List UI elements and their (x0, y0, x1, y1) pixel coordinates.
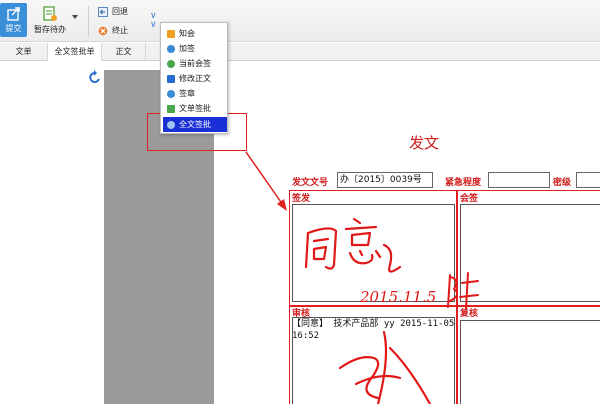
terminate-icon (98, 26, 108, 35)
tab-form[interactable]: 文单 (0, 43, 48, 61)
menu-item-label: 签章 (179, 89, 195, 98)
terminate-button[interactable]: 终止 (98, 25, 128, 36)
menu-item-notify[interactable]: 知会 (163, 26, 227, 41)
countersign-label: 会签 (460, 194, 479, 204)
menu-item-current-countersign[interactable]: 当前会签 (163, 56, 227, 71)
sign-label: 签发 (292, 194, 311, 204)
back-button[interactable]: 回退 (98, 6, 128, 17)
draft-label: 暂存待办 (34, 25, 66, 34)
menu-item-label: 全文签批 (179, 120, 211, 129)
submit-icon (6, 7, 20, 21)
menu-item-seal[interactable]: 签章 (163, 86, 227, 101)
menu-item-add-sign[interactable]: 加签 (163, 41, 227, 56)
toolbar-divider (88, 6, 89, 36)
app-window: 提交 暂存待办 回退 终止 ∨ ∨ 文单 全文签批单 正文 发文 发文文号 办〔… (0, 0, 600, 404)
toolbar: 提交 暂存待办 回退 终止 ∨ ∨ (0, 0, 600, 42)
terminate-label: 终止 (112, 26, 128, 35)
save-draft-button[interactable]: 暂存待办 (30, 3, 70, 35)
tab-main-text[interactable]: 正文 (102, 43, 146, 61)
undo-rotate-icon[interactable] (88, 70, 102, 84)
handwritten-approval-signature: 2015.11.5 (304, 217, 479, 310)
secret-level-field[interactable] (576, 172, 600, 188)
recheck-field[interactable] (460, 320, 600, 404)
edit-text-icon (167, 74, 175, 83)
full-text-approval-icon (167, 120, 175, 129)
menu-item-label: 修改正文 (179, 74, 211, 83)
more-actions-menu: 知会 加签 当前会签 修改正文 签章 文单签批 全文签批 (160, 22, 228, 134)
submit-button[interactable]: 提交 (0, 3, 27, 37)
menu-item-form-approval[interactable]: 文单签批 (163, 101, 227, 116)
notify-icon (167, 29, 175, 38)
add-signer-icon (167, 44, 175, 53)
menu-item-full-text-approval[interactable]: 全文签批 (163, 117, 227, 132)
doc-number-label: 发文文号 (292, 178, 329, 188)
countersign-field[interactable] (460, 204, 600, 302)
document-title: 发文 (409, 134, 440, 152)
menu-item-label: 知会 (179, 29, 195, 38)
menu-item-label: 当前会签 (179, 59, 211, 68)
submit-label: 提交 (5, 24, 22, 33)
menu-item-edit-text[interactable]: 修改正文 (163, 71, 227, 86)
back-label: 回退 (112, 7, 128, 16)
draft-icon (43, 6, 57, 21)
svg-text:2015.11.5: 2015.11.5 (359, 288, 436, 306)
menu-item-label: 加签 (179, 44, 195, 53)
countersign-icon (167, 59, 175, 68)
seal-icon (167, 89, 175, 98)
doc-number-field[interactable]: 办〔2015〕0039号 (337, 172, 433, 188)
rollback-icon (98, 6, 108, 17)
urgency-field[interactable] (488, 172, 550, 188)
form-approval-icon (167, 104, 175, 113)
urgency-label: 紧急程度 (445, 178, 482, 188)
tab-full-text-approval[interactable]: 全文签批单 (48, 43, 102, 61)
draft-dropdown-caret-icon[interactable] (72, 15, 78, 19)
handwritten-audit-signature (338, 330, 432, 404)
tab-bar: 文单 全文签批单 正文 (0, 43, 600, 61)
menu-item-label: 文单签批 (179, 104, 211, 113)
more-actions-chevron-icon[interactable]: ∨ ∨ (150, 12, 157, 30)
secret-level-label: 密级 (553, 178, 572, 188)
